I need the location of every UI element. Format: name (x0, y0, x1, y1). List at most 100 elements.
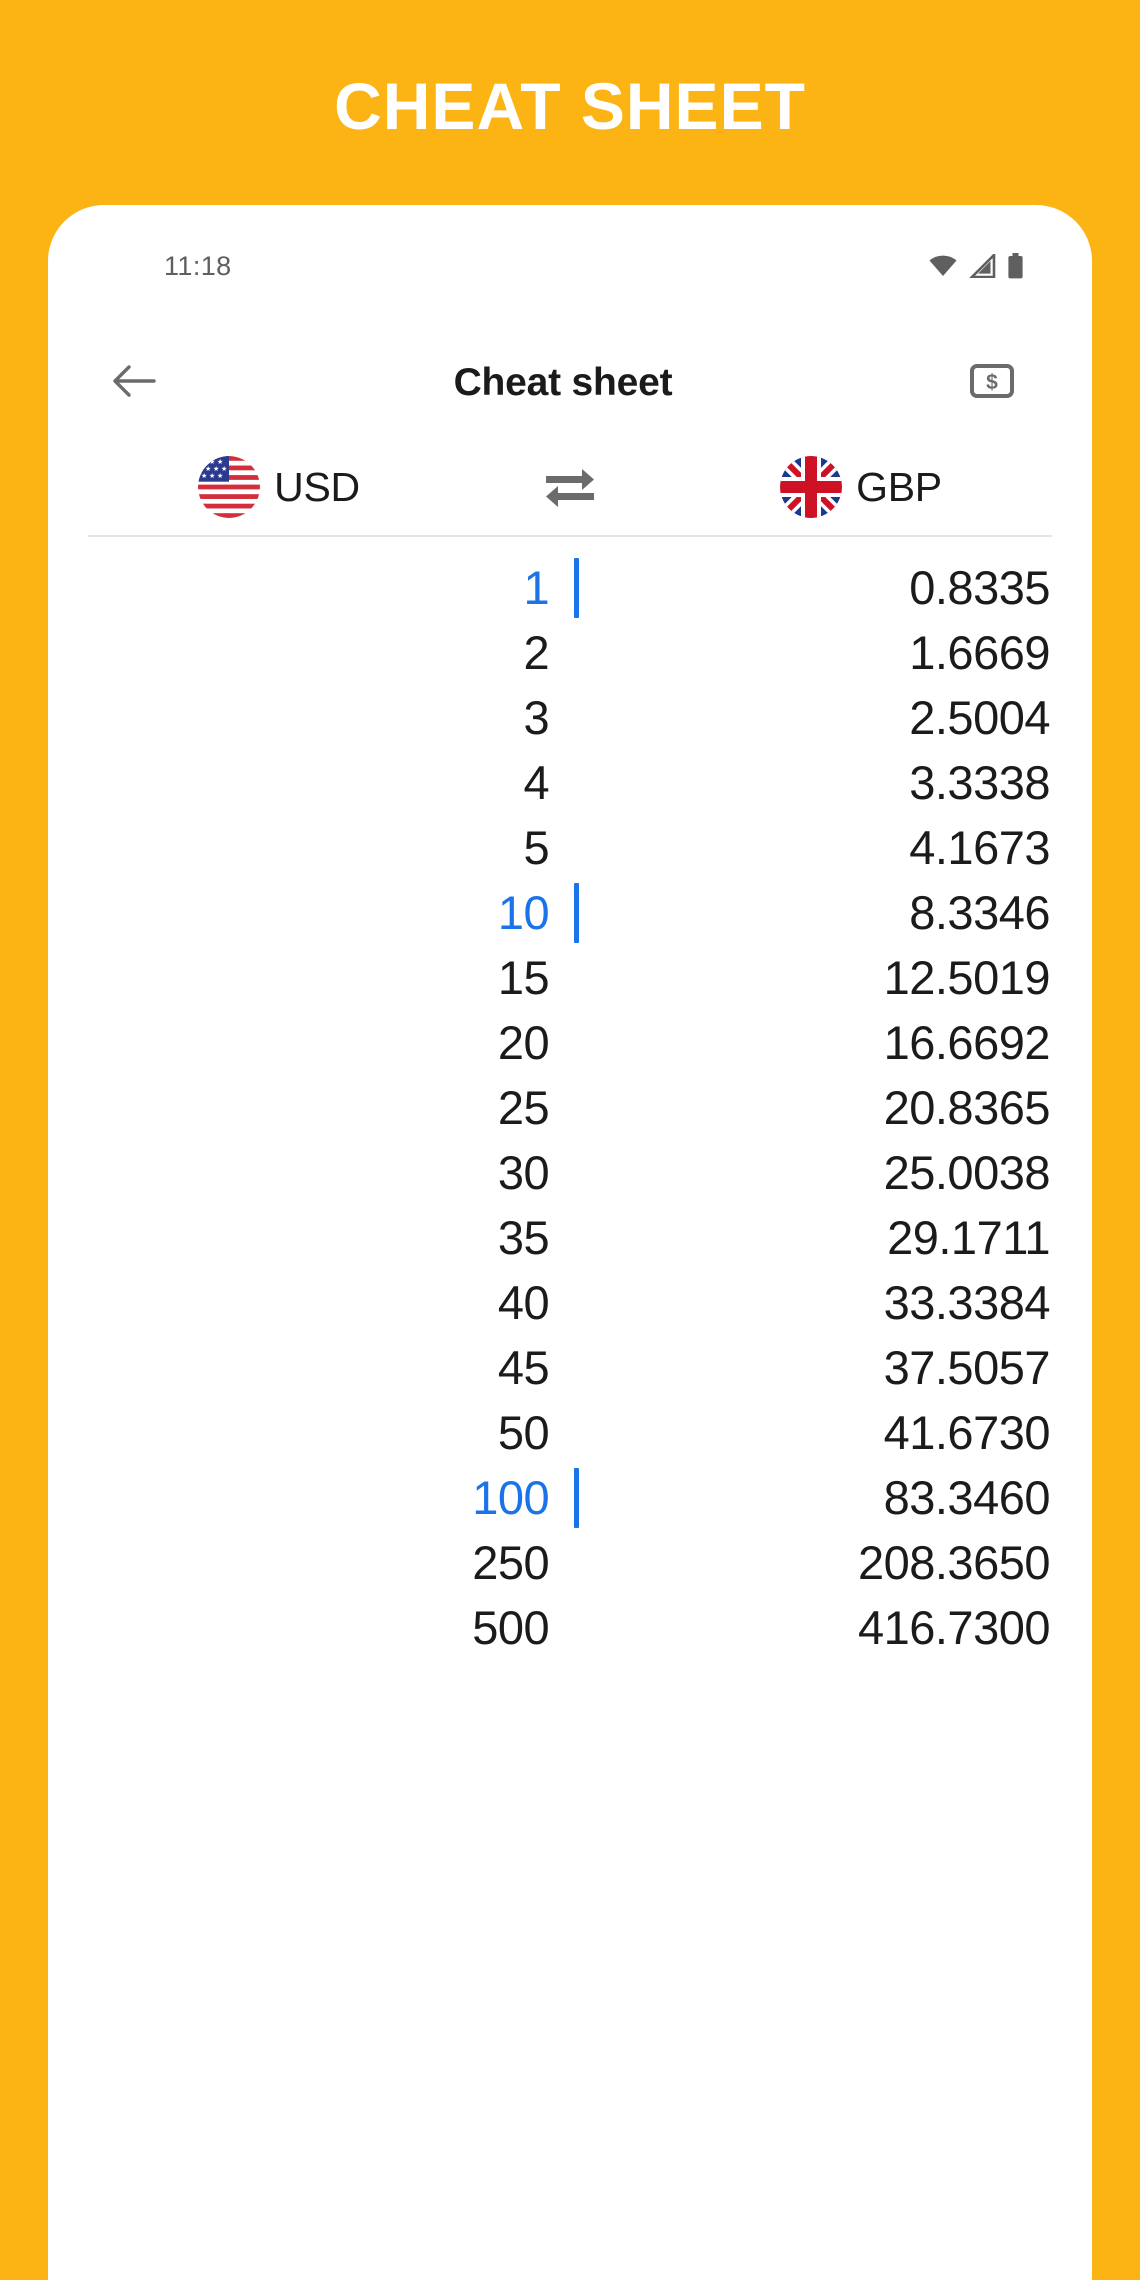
row-converted-value: 2.5004 (909, 691, 1050, 744)
row-amount: 4 (523, 756, 550, 809)
conversion-table: 1 0.8335 2 1.6669 3 2.5004 4 3.3338 5 4.1673 10 8.3… (48, 537, 1092, 1660)
row-converted-value: 41.6730 (883, 1406, 1051, 1459)
row-amount: 5 (523, 821, 550, 874)
svg-text:$: $ (986, 371, 998, 394)
status-bar: 11:18 (48, 205, 1092, 327)
currency-from-code: USD (274, 463, 360, 510)
row-converted-value: 16.6692 (883, 1016, 1051, 1069)
row-amount: 3 (523, 691, 550, 744)
currency-to-code: GBP (856, 463, 942, 510)
row-marker-slot (549, 1013, 603, 1073)
row-converted-value: 4.1673 (909, 821, 1050, 874)
banknote-dollar-icon: $ (969, 361, 1015, 406)
page-title: Cheat sheet (453, 361, 673, 404)
row-marker-slot (549, 1208, 603, 1268)
table-row[interactable]: 10 8.3346 (48, 880, 1092, 945)
row-highlight-marker (573, 882, 579, 943)
row-amount: 100 (472, 1471, 550, 1524)
row-converted-value: 208.3650 (857, 1536, 1051, 1589)
row-marker-slot (549, 623, 603, 683)
row-marker-slot (549, 1403, 603, 1463)
table-row[interactable]: 45 37.5057 (48, 1335, 1092, 1400)
table-row[interactable]: 100 83.3460 (48, 1465, 1092, 1530)
row-marker-slot (549, 1273, 603, 1333)
table-row[interactable]: 25 20.8365 (48, 1075, 1092, 1140)
svg-text:★: ★ (209, 472, 215, 480)
row-converted-value: 8.3346 (909, 886, 1050, 939)
row-marker-slot (549, 1078, 603, 1138)
row-amount: 2 (523, 626, 550, 679)
row-converted-value: 3.3338 (909, 756, 1050, 809)
row-marker-slot (549, 1338, 603, 1398)
row-converted-value: 12.5019 (883, 951, 1051, 1004)
row-highlight-marker (573, 1467, 579, 1528)
table-row[interactable]: 500 416.7300 (48, 1595, 1092, 1660)
row-marker-slot (549, 818, 603, 878)
app-bar: Cheat sheet $ (48, 327, 1092, 439)
row-marker-slot (549, 948, 603, 1008)
status-bar-icons (928, 253, 1024, 279)
table-row[interactable]: 4 3.3338 (48, 750, 1092, 815)
row-converted-value: 20.8365 (883, 1081, 1051, 1134)
table-row[interactable]: 30 25.0038 (48, 1140, 1092, 1205)
currency-to-selector[interactable]: GBP (630, 456, 1092, 518)
table-row[interactable]: 35 29.1711 (48, 1205, 1092, 1270)
row-amount: 1 (523, 561, 550, 614)
currency-selector-bar: ★ ★ ★ ★ ★ ★ ★ ★ ★ USD GBP (48, 439, 1092, 535)
row-marker-slot (549, 1533, 603, 1593)
row-amount: 10 (497, 886, 550, 939)
row-converted-value: 29.1711 (887, 1211, 1050, 1264)
row-marker-slot (549, 753, 603, 813)
table-row[interactable]: 2 1.6669 (48, 620, 1092, 685)
table-row[interactable]: 40 33.3384 (48, 1270, 1092, 1335)
row-converted-value: 1.6669 (909, 626, 1050, 679)
table-row[interactable]: 15 12.5019 (48, 945, 1092, 1010)
row-highlight-marker (573, 557, 579, 618)
battery-icon (1007, 253, 1024, 279)
table-row[interactable]: 20 16.6692 (48, 1010, 1092, 1075)
row-converted-value: 33.3384 (883, 1276, 1051, 1329)
table-row[interactable]: 250 208.3650 (48, 1530, 1092, 1595)
table-row[interactable]: 3 2.5004 (48, 685, 1092, 750)
row-marker-slot (549, 1598, 603, 1658)
row-amount: 500 (472, 1601, 550, 1654)
row-marker-slot (549, 882, 603, 943)
row-amount: 30 (497, 1146, 550, 1199)
promo-headline: CHEAT SHEET (334, 69, 806, 143)
wifi-icon (928, 254, 958, 278)
svg-text:★: ★ (217, 472, 223, 480)
back-button[interactable] (90, 339, 178, 427)
cell-signal-icon (969, 254, 996, 278)
swap-currencies-button[interactable] (510, 462, 630, 513)
row-amount: 20 (497, 1016, 550, 1069)
row-amount: 25 (497, 1081, 550, 1134)
row-amount: 15 (497, 951, 550, 1004)
row-marker-slot (549, 688, 603, 748)
row-converted-value: 25.0038 (883, 1146, 1051, 1199)
svg-text:★: ★ (201, 472, 207, 480)
rate-details-button[interactable]: $ (948, 339, 1036, 427)
row-converted-value: 83.3460 (883, 1471, 1051, 1524)
row-marker-slot (549, 1467, 603, 1528)
currency-from-selector[interactable]: ★ ★ ★ ★ ★ ★ ★ ★ ★ USD (48, 456, 510, 518)
back-arrow-icon (110, 359, 158, 408)
row-amount: 40 (497, 1276, 550, 1329)
row-converted-value: 0.8335 (909, 561, 1050, 614)
table-row[interactable]: 50 41.6730 (48, 1400, 1092, 1465)
gb-flag-icon (780, 456, 843, 518)
row-amount: 50 (497, 1406, 550, 1459)
row-amount: 250 (472, 1536, 550, 1589)
row-amount: 45 (497, 1341, 550, 1394)
row-marker-slot (549, 557, 603, 618)
promo-stage: CHEAT SHEET 11:18 Cheat sheet $ ★ ★ ★ ★ … (0, 0, 1140, 2280)
row-marker-slot (549, 1143, 603, 1203)
phone-frame: 11:18 Cheat sheet $ ★ ★ ★ ★ ★ ★ ★ ★ ★ US… (48, 205, 1092, 2280)
status-bar-clock: 11:18 (164, 250, 232, 281)
table-row[interactable]: 5 4.1673 (48, 815, 1092, 880)
swap-arrows-icon (542, 462, 598, 513)
row-converted-value: 37.5057 (883, 1341, 1051, 1394)
us-flag-icon: ★ ★ ★ ★ ★ ★ ★ ★ ★ (198, 456, 261, 518)
row-amount: 35 (497, 1211, 550, 1264)
row-converted-value: 416.7300 (857, 1601, 1051, 1654)
table-row[interactable]: 1 0.8335 (48, 555, 1092, 620)
